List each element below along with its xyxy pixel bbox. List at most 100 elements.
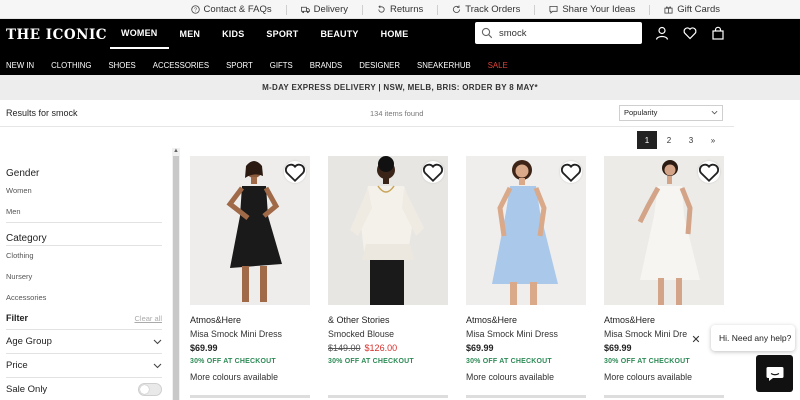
add-to-wishlist-button[interactable] — [284, 161, 306, 183]
sale-only-filter: Sale Only — [6, 383, 162, 396]
product-image[interactable] — [190, 156, 310, 305]
sale-only-label: Sale Only — [6, 384, 48, 395]
card-edge — [604, 395, 724, 398]
gender-women-link[interactable]: Women — [6, 186, 162, 195]
gender-men-link[interactable]: Men — [6, 207, 162, 216]
divider — [437, 4, 439, 15]
product-name[interactable]: Smocked Blouse — [328, 329, 394, 339]
chat-launcher-button[interactable] — [756, 355, 793, 392]
sort-select[interactable]: Popularity — [619, 105, 723, 121]
site-logo[interactable]: THE ICONIC — [6, 27, 107, 43]
card-edge — [466, 395, 586, 398]
next-row-edge — [190, 395, 724, 400]
utility-link-returns[interactable]: Returns — [377, 4, 423, 15]
sale-price: $126.00 — [364, 343, 398, 353]
subnav-shoes[interactable]: SHOES — [108, 61, 135, 70]
utility-link-contact[interactable]: ? Contact & FAQs — [190, 4, 272, 15]
subnav-clothing[interactable]: CLOTHING — [51, 61, 91, 70]
clear-all-link[interactable]: Clear all — [134, 314, 162, 323]
utility-link-delivery[interactable]: Delivery — [300, 4, 348, 15]
divider — [285, 4, 287, 15]
category-kids[interactable]: KIDS — [211, 19, 255, 49]
subnav-brands[interactable]: BRANDS — [310, 61, 343, 70]
wishlist-heart-icon[interactable] — [683, 26, 697, 40]
product-card[interactable]: Atmos&Here Misa Smock Mini Dress $69.99 … — [466, 156, 586, 386]
product-promo: 30% OFF AT CHECKOUT — [604, 358, 690, 365]
sort-value: Popularity — [624, 108, 658, 117]
add-to-wishlist-button[interactable] — [422, 161, 444, 183]
price-filter[interactable]: Price — [6, 360, 162, 371]
add-to-wishlist-button[interactable] — [560, 161, 582, 183]
sub-navigation: NEW IN CLOTHING SHOES ACCESSORIES SPORT … — [0, 55, 508, 75]
category-beauty[interactable]: BEAUTY — [309, 19, 369, 49]
subnav-designer[interactable]: DESIGNER — [359, 61, 400, 70]
product-name[interactable]: Misa Smock Mini Dre — [604, 329, 687, 339]
header-icons — [655, 26, 725, 40]
more-colours-text: More colours available — [190, 372, 279, 382]
add-to-wishlist-button[interactable] — [698, 161, 720, 183]
product-brand[interactable]: Atmos&Here — [190, 315, 241, 325]
product-image[interactable] — [604, 156, 724, 305]
account-icon[interactable] — [655, 26, 669, 40]
product-promo: 30% OFF AT CHECKOUT — [190, 358, 276, 365]
chat-greeting[interactable]: Hi. Need any help? — [711, 325, 795, 351]
subnav-sport[interactable]: SPORT — [226, 61, 253, 70]
subnav-new-in[interactable]: NEW IN — [6, 61, 34, 70]
heart-icon — [284, 163, 306, 182]
page-1-button[interactable]: 1 — [637, 131, 657, 149]
utility-link-label: Track Orders — [465, 4, 521, 15]
scroll-up-arrow-icon[interactable]: ▲ — [172, 148, 180, 156]
subnav-accessories[interactable]: ACCESSORIES — [153, 61, 209, 70]
category-men[interactable]: MEN — [169, 19, 212, 49]
product-card[interactable]: Atmos&Here Misa Smock Mini Dress $69.99 … — [190, 156, 310, 386]
filter-sidebar: Gender Women Men Category Clothing Nurse… — [0, 148, 172, 400]
category-nursery-link[interactable]: Nursery — [6, 272, 162, 281]
category-home[interactable]: HOME — [370, 19, 420, 49]
age-group-label: Age Group — [6, 336, 52, 347]
product-price: $149.00 $126.00 — [328, 343, 397, 353]
utility-links: ? Contact & FAQs Delivery Returns Track … — [190, 0, 720, 19]
original-price: $149.00 — [328, 343, 361, 353]
product-promo: 30% OFF AT CHECKOUT — [328, 358, 414, 365]
divider — [361, 4, 363, 15]
product-brand[interactable]: Atmos&Here — [604, 315, 655, 325]
category-sport[interactable]: SPORT — [255, 19, 309, 49]
price-label: Price — [6, 360, 28, 371]
subnav-sneakerhub[interactable]: SNEAKERHUB — [417, 61, 471, 70]
product-name[interactable]: Misa Smock Mini Dress — [190, 329, 282, 339]
sidebar-scrollbar-thumb[interactable] — [173, 156, 179, 400]
category-clothing-link[interactable]: Clothing — [6, 251, 162, 260]
gender-title: Gender — [6, 168, 40, 179]
divider — [6, 353, 162, 354]
next-page-button[interactable]: » — [703, 131, 723, 149]
product-brand[interactable]: & Other Stories — [328, 315, 390, 325]
utility-link-track-orders[interactable]: Track Orders — [452, 4, 520, 15]
product-card[interactable]: Atmos&Here Misa Smock Mini Dre $69.99 30… — [604, 156, 724, 386]
product-image[interactable] — [328, 156, 448, 305]
chat-close-button[interactable]: ✕ — [685, 328, 707, 350]
product-card[interactable]: & Other Stories Smocked Blouse $149.00 $1… — [328, 156, 448, 386]
page-3-button[interactable]: 3 — [681, 131, 701, 149]
product-name[interactable]: Misa Smock Mini Dress — [466, 329, 558, 339]
age-group-filter[interactable]: Age Group — [6, 336, 162, 347]
divider — [649, 4, 651, 15]
page-2-button[interactable]: 2 — [659, 131, 679, 149]
sale-only-toggle[interactable] — [138, 383, 162, 396]
subnav-sale[interactable]: SALE — [488, 61, 508, 70]
utility-link-share-ideas[interactable]: Share Your Ideas — [549, 4, 635, 15]
return-icon — [378, 5, 385, 13]
product-brand[interactable]: Atmos&Here — [466, 315, 517, 325]
category-accessories-link[interactable]: Accessories — [6, 293, 162, 302]
utility-link-gift-cards[interactable]: Gift Cards — [664, 4, 720, 15]
heart-icon — [560, 163, 582, 182]
search-box — [475, 22, 642, 44]
search-input[interactable] — [499, 27, 639, 39]
promo-banner[interactable]: M-DAY EXPRESS DELIVERY | NSW, MELB, BRIS… — [0, 75, 800, 100]
product-image[interactable] — [466, 156, 586, 305]
category-women[interactable]: WOMEN — [110, 19, 169, 49]
chevron-down-icon — [153, 339, 162, 345]
heart-icon — [422, 163, 444, 182]
subnav-gifts[interactable]: GIFTS — [270, 61, 293, 70]
product-price: $69.99 — [466, 343, 494, 353]
shopping-bag-icon[interactable] — [711, 26, 725, 40]
